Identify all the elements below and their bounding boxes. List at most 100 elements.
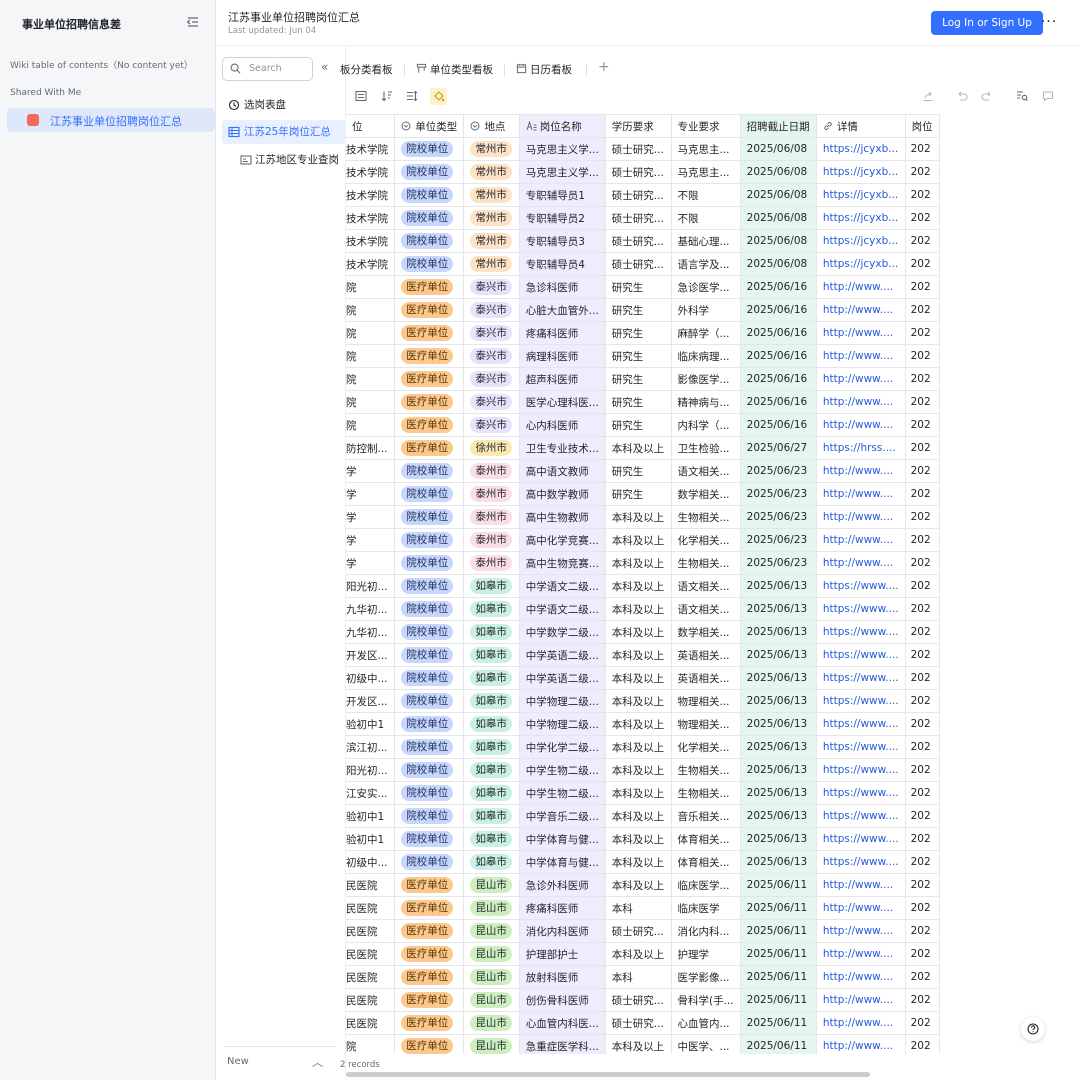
table-cell[interactable]: 不限 bbox=[671, 183, 741, 207]
table-cell[interactable]: 202 bbox=[905, 413, 940, 437]
table-cell[interactable]: 常州市 bbox=[463, 183, 520, 207]
table-cell[interactable]: 泰兴市 bbox=[463, 275, 520, 299]
table-row[interactable]: 民医院 医疗单位 昆山市 护理部护士 本科及以上 护理学 2025/06/11 http://… bbox=[346, 942, 940, 966]
table-cell[interactable]: 院校单位 bbox=[394, 459, 465, 483]
table-row[interactable]: 院 医疗单位 昆山市 急重症医学科... 本科及以上 中医学、... 2025/06/11 h… bbox=[346, 1034, 940, 1054]
table-cell[interactable]: 疼痛科医师 bbox=[519, 896, 606, 920]
table-cell[interactable]: 数学相关... bbox=[671, 620, 741, 644]
table-cell[interactable]: 本科 bbox=[605, 896, 672, 920]
table-row[interactable]: 初级中... 院校单位 如皋市 中学英语二级... 本科及以上 英语相关... 2025/0… bbox=[346, 666, 940, 690]
table-cell[interactable]: 江安实... bbox=[346, 781, 396, 805]
table-cell[interactable]: 2025/06/23 bbox=[740, 528, 817, 552]
table-cell[interactable]: 2025/06/16 bbox=[740, 321, 817, 345]
table-cell[interactable]: 医疗单位 bbox=[394, 873, 465, 897]
table-cell[interactable]: 验初中1 bbox=[346, 804, 396, 828]
table-row[interactable]: 技术学院 院校单位 常州市 专职辅导员2 硕士研究... 不限 2025/06/08 http… bbox=[346, 206, 940, 230]
horizontal-scrollbar[interactable] bbox=[346, 1072, 870, 1077]
table-row[interactable]: 开发区... 院校单位 如皋市 中学物理二级... 本科及以上 物理相关... 2025/0… bbox=[346, 689, 940, 713]
table-cell[interactable]: 2025/06/13 bbox=[740, 574, 817, 598]
table-cell[interactable]: 中学物理二级... bbox=[519, 689, 606, 713]
table-cell[interactable]: 2025/06/16 bbox=[740, 344, 817, 368]
table-cell[interactable]: 如皋市 bbox=[463, 781, 520, 805]
table-cell[interactable]: http://www.... bbox=[816, 873, 906, 897]
table-cell[interactable]: 202 bbox=[905, 689, 940, 713]
table-cell[interactable]: 院校单位 bbox=[394, 229, 465, 253]
table-cell[interactable]: 防控制... bbox=[346, 436, 396, 460]
table-cell[interactable]: 心脏大血管外... bbox=[519, 298, 606, 322]
fill-color-icon[interactable] bbox=[430, 88, 447, 105]
table-cell[interactable]: 如皋市 bbox=[463, 735, 520, 759]
table-cell[interactable]: 物理相关... bbox=[671, 689, 741, 713]
table-cell[interactable]: 九华初... bbox=[346, 597, 396, 621]
table-cell[interactable]: 昆山市 bbox=[463, 873, 520, 897]
table-cell[interactable]: 202 bbox=[905, 827, 940, 851]
table-cell[interactable]: 202 bbox=[905, 620, 940, 644]
table-cell[interactable]: 民医院 bbox=[346, 1011, 396, 1035]
table-cell[interactable]: http://www.... bbox=[816, 965, 906, 989]
table-cell[interactable]: 2025/06/13 bbox=[740, 643, 817, 667]
table-cell[interactable]: 卫生检验... bbox=[671, 436, 741, 460]
table-cell[interactable]: 202 bbox=[905, 781, 940, 805]
table-cell[interactable]: 2025/06/13 bbox=[740, 827, 817, 851]
table-cell[interactable]: https://www.... bbox=[816, 758, 906, 782]
table-cell[interactable]: 昆山市 bbox=[463, 942, 520, 966]
table-cell[interactable]: 202 bbox=[905, 275, 940, 299]
table-row[interactable]: 技术学院 院校单位 常州市 马克思主义学... 硕士研究... 马克思主... 2025/0… bbox=[346, 137, 940, 161]
table-cell[interactable]: 202 bbox=[905, 436, 940, 460]
table-cell[interactable]: 本科及以上 bbox=[605, 436, 672, 460]
table-cell[interactable]: 麻醉学（... bbox=[671, 321, 741, 345]
table-cell[interactable]: 院校单位 bbox=[394, 597, 465, 621]
table-row[interactable]: 九华初... 院校单位 如皋市 中学语文二级... 本科及以上 语文相关... 2025/0… bbox=[346, 597, 940, 621]
table-cell[interactable]: 2025/06/11 bbox=[740, 1034, 817, 1054]
table-cell[interactable]: 开发区... bbox=[346, 643, 396, 667]
table-cell[interactable]: 本科及以上 bbox=[605, 942, 672, 966]
table-cell[interactable]: 生物相关... bbox=[671, 551, 741, 575]
table-cell[interactable]: 本科及以上 bbox=[605, 528, 672, 552]
table-cell[interactable]: 院校单位 bbox=[394, 735, 465, 759]
table-cell[interactable]: http://www.... bbox=[816, 528, 906, 552]
table-cell[interactable]: 2025/06/13 bbox=[740, 758, 817, 782]
table-cell[interactable]: 影像医学... bbox=[671, 367, 741, 391]
login-signup-button[interactable]: Log In or Sign Up bbox=[931, 11, 1043, 35]
table-cell[interactable]: 昆山市 bbox=[463, 965, 520, 989]
table-cell[interactable]: 研究生 bbox=[605, 321, 672, 345]
table-cell[interactable]: 音乐相关... bbox=[671, 804, 741, 828]
column-header[interactable]: 单位类型 bbox=[394, 114, 465, 138]
table-cell[interactable]: 202 bbox=[905, 321, 940, 345]
table-cell[interactable]: 202 bbox=[905, 965, 940, 989]
table-cell[interactable]: 病理科医师 bbox=[519, 344, 606, 368]
table-cell[interactable]: 化学相关... bbox=[671, 528, 741, 552]
table-cell[interactable]: 2025/06/08 bbox=[740, 206, 817, 230]
table-cell[interactable]: 阳光初... bbox=[346, 574, 396, 598]
table-cell[interactable]: 本科及以上 bbox=[605, 551, 672, 575]
table-cell[interactable]: 2025/06/16 bbox=[740, 298, 817, 322]
table-cell[interactable]: 2025/06/13 bbox=[740, 620, 817, 644]
table-cell[interactable]: 2025/06/13 bbox=[740, 689, 817, 713]
table-cell[interactable]: 202 bbox=[905, 804, 940, 828]
table-cell[interactable]: 医疗单位 bbox=[394, 298, 465, 322]
table-cell[interactable]: 护理部护士 bbox=[519, 942, 606, 966]
table-cell[interactable]: 院 bbox=[346, 275, 396, 299]
table-cell[interactable]: 专职辅导员3 bbox=[519, 229, 606, 253]
table-row[interactable]: 初级中... 院校单位 如皋市 中学体育与健... 本科及以上 体育相关... 2025/0… bbox=[346, 850, 940, 874]
table-cell[interactable]: 2025/06/27 bbox=[740, 436, 817, 460]
tab-category-board[interactable]: 板分类看板 bbox=[340, 62, 393, 77]
table-cell[interactable]: https://www.... bbox=[816, 712, 906, 736]
table-cell[interactable]: 泰州市 bbox=[463, 482, 520, 506]
table-cell[interactable]: 本科及以上 bbox=[605, 1034, 672, 1054]
table-row[interactable]: 院 医疗单位 泰兴市 医学心理科医... 研究生 精神病与... 2025/06/16 htt… bbox=[346, 390, 940, 414]
table-cell[interactable]: 学 bbox=[346, 551, 396, 575]
table-cell[interactable]: 内科学（... bbox=[671, 413, 741, 437]
table-cell[interactable]: 2025/06/11 bbox=[740, 1011, 817, 1035]
table-row[interactable]: 技术学院 院校单位 常州市 专职辅导员1 硕士研究... 不限 2025/06/08 http… bbox=[346, 183, 940, 207]
table-cell[interactable]: 院校单位 bbox=[394, 183, 465, 207]
table-cell[interactable]: 疼痛科医师 bbox=[519, 321, 606, 345]
share-icon[interactable] bbox=[921, 90, 935, 104]
table-cell[interactable]: 2025/06/11 bbox=[740, 988, 817, 1012]
table-cell[interactable]: 中学体育与健... bbox=[519, 850, 606, 874]
table-cell[interactable]: 2025/06/13 bbox=[740, 735, 817, 759]
table-cell[interactable]: https://www.... bbox=[816, 850, 906, 874]
table-cell[interactable]: 技术学院 bbox=[346, 206, 396, 230]
table-cell[interactable]: 医疗单位 bbox=[394, 919, 465, 943]
table-cell[interactable]: 本科及以上 bbox=[605, 758, 672, 782]
